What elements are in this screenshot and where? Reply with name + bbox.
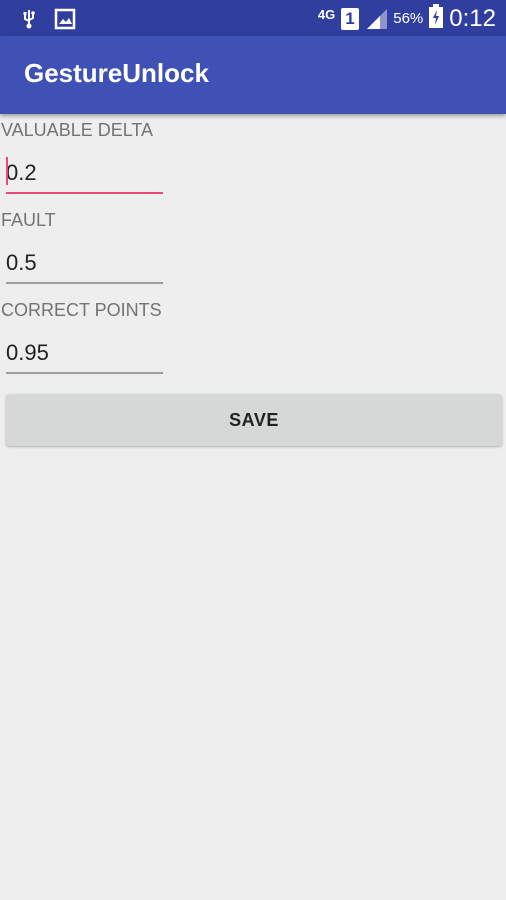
valuable-delta-label: VALUABLE DELTA: [1, 120, 154, 140]
valuable-delta-input[interactable]: [6, 156, 163, 194]
signal-icon: [365, 8, 388, 30]
sim-icon: 1: [341, 7, 360, 30]
network-type: 4G: [317, 7, 336, 22]
usb-icon: [18, 8, 40, 30]
clock: 0:12: [449, 4, 496, 32]
image-notification-icon: [54, 8, 76, 30]
status-bar: 4G 1 56% 0:12: [0, 0, 506, 36]
text-cursor: [6, 157, 8, 185]
fault-input[interactable]: [6, 246, 163, 284]
sim-slot: 1: [345, 8, 355, 28]
app-title: GestureUnlock: [24, 58, 209, 88]
fault-label: FAULT: [1, 210, 56, 230]
correct-points-input[interactable]: [6, 336, 163, 374]
app-bar: GestureUnlock: [0, 36, 506, 114]
battery-percent: 56%: [393, 10, 424, 27]
save-button[interactable]: SAVE: [6, 394, 502, 446]
correct-points-label: CORRECT POINTS: [1, 300, 162, 320]
battery-charging-icon: [429, 4, 444, 33]
